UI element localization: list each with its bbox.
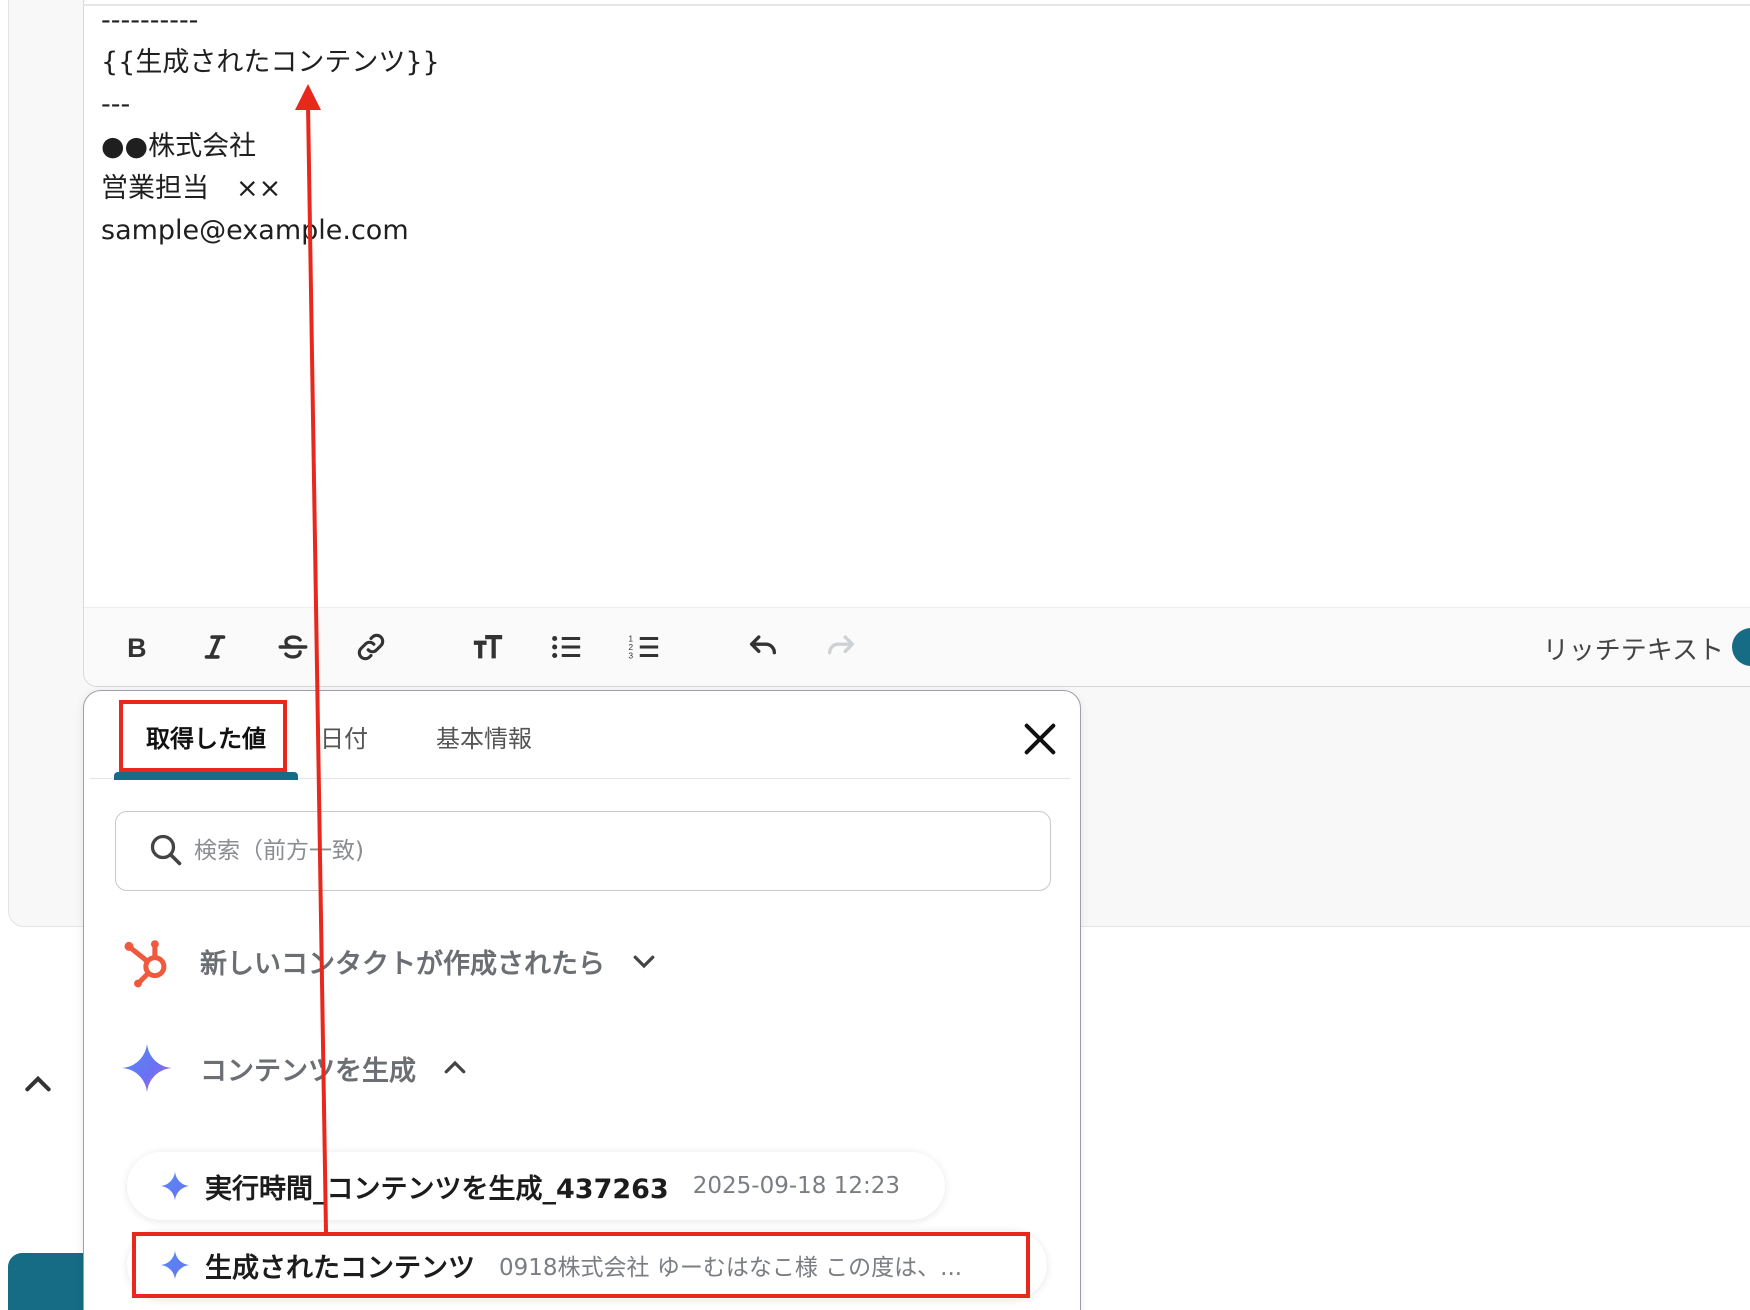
italic-button[interactable] <box>192 624 238 670</box>
text-size-button[interactable] <box>465 624 511 670</box>
tab-basic-info[interactable]: 基本情報 <box>436 719 532 754</box>
bold-icon: B <box>127 633 146 663</box>
group-new-contact[interactable]: 新しいコンタクトが作成されたら <box>120 931 659 991</box>
editor-line: sample@example.com <box>101 215 409 246</box>
numbered-list-button[interactable]: 123 <box>621 624 667 670</box>
list-item-selected[interactable]: 生成されたコンテンツ 0918株式会社 ゆーむはなこ様 この度は、... <box>127 1231 1047 1299</box>
editor-line: ---------- <box>101 5 199 36</box>
text-size-icon <box>473 634 503 659</box>
group-generate-content[interactable]: コンテンツを生成 <box>120 1038 470 1098</box>
undo-icon <box>749 635 777 655</box>
active-tab-indicator <box>114 772 298 780</box>
strikethrough-button[interactable] <box>270 624 316 670</box>
gemini-sparkle-icon <box>160 1171 190 1201</box>
rich-text-label: リッチテキスト <box>1542 636 1724 666</box>
tab-retrieved-values[interactable]: 取得した値 <box>146 719 266 754</box>
editor-line: 営業担当 ×× <box>101 173 282 204</box>
svg-text:3: 3 <box>628 650 633 660</box>
group-label: 新しいコンタクトが作成されたら <box>200 948 605 980</box>
svg-text:B: B <box>127 633 146 663</box>
item-name: 実行時間_コンテンツを生成_437263 <box>205 1173 669 1205</box>
editor-content[interactable]: ---------- {{生成されたコンテンツ}} --- ●●株式会社 営業担… <box>101 0 440 252</box>
strikethrough-icon <box>278 635 308 659</box>
close-icon[interactable] <box>1020 719 1060 759</box>
screen: { "editor": { "lines": [ "----------", "… <box>0 0 1750 1310</box>
hubspot-icon <box>124 940 167 988</box>
search-input[interactable] <box>194 828 994 874</box>
editor-line: {{生成されたコンテンツ}} <box>101 47 440 78</box>
rich-text-toggle[interactable] <box>1732 628 1750 666</box>
undo-button[interactable] <box>740 624 786 670</box>
editor-line: ●●株式会社 <box>101 131 257 162</box>
item-value: 2025-09-18 12:23 <box>692 1173 900 1199</box>
tab-date[interactable]: 日付 <box>320 719 368 754</box>
editor-line: --- <box>101 89 131 120</box>
redo-icon <box>827 635 855 655</box>
italic-icon <box>204 635 226 659</box>
item-value: 0918株式会社 ゆーむはなこ様 この度は、... <box>499 1255 963 1281</box>
gemini-sparkle-icon <box>122 1043 172 1093</box>
bullet-list-button[interactable] <box>543 624 589 670</box>
gemini-sparkle-icon <box>160 1250 190 1280</box>
redo-button[interactable] <box>818 624 864 670</box>
link-icon <box>357 633 385 661</box>
link-button[interactable] <box>348 624 394 670</box>
list-item[interactable]: 実行時間_コンテンツを生成_437263 2025-09-18 12:23 <box>127 1152 945 1220</box>
group-label: コンテンツを生成 <box>200 1055 416 1087</box>
bold-button[interactable]: B <box>114 624 160 670</box>
search-icon <box>150 834 182 866</box>
search-field <box>115 811 1051 891</box>
chevron-up-icon <box>444 1060 466 1074</box>
picker-tabs: 取得した値 日付 基本情報 <box>90 691 1070 780</box>
editor-toolbar: B 123 リッチテキスト <box>84 608 1750 686</box>
bullet-list-icon <box>552 635 581 659</box>
variable-picker-popup: 取得した値 日付 基本情報 新しいコンタクトが作成されたら <box>83 690 1081 1310</box>
numbered-list-icon: 123 <box>628 633 659 660</box>
chevron-down-icon <box>633 955 655 969</box>
chevron-up-icon[interactable] <box>22 1068 54 1100</box>
item-name: 生成されたコンテンツ <box>205 1252 475 1284</box>
primary-button-fragment[interactable] <box>8 1253 88 1310</box>
